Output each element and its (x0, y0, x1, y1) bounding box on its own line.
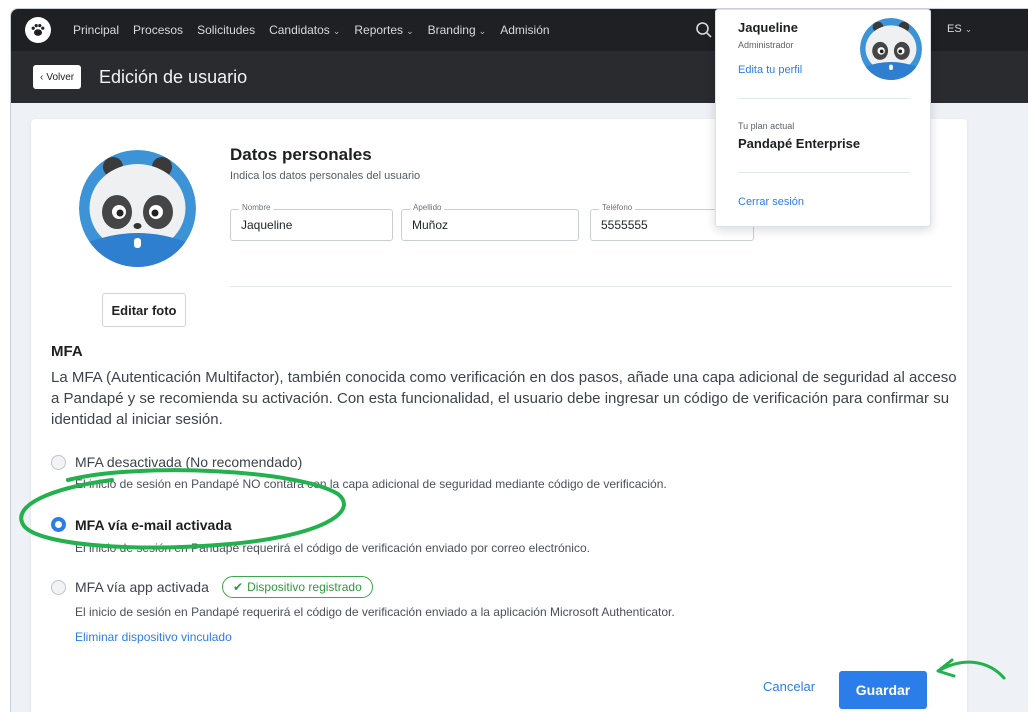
section-subtitle: Indica los datos personales del usuario (230, 170, 421, 182)
nav-item-label: Solicitudes (197, 23, 256, 37)
mfa-description: La MFA (Autenticación Multifactor), tamb… (51, 369, 957, 428)
nav-item-label: Admisión (500, 23, 550, 37)
first-name-field[interactable]: Nombre (230, 203, 393, 241)
language-label: ES (947, 23, 962, 35)
chevron-down-icon: ⌄ (478, 26, 487, 36)
nav-item-label: Principal (73, 23, 120, 37)
nav-item-procesos[interactable]: Procesos (133, 23, 183, 37)
mfa-disabled-description: El inicio de sesión en Pandapé NO contar… (75, 477, 667, 491)
mfa-email-description: El inicio de sesión en Pandapé requerirá… (75, 541, 590, 555)
cancel-button[interactable]: Cancelar (763, 679, 815, 694)
edit-profile-link[interactable]: Edita tu perfil (738, 64, 802, 76)
plan-label: Tu plan actual (738, 121, 795, 131)
mfa-disabled-label[interactable]: MFA desactivada (No recomendado) (75, 454, 302, 470)
chevron-down-icon: ⌄ (332, 26, 341, 36)
nav-item-label: Reportes (354, 23, 404, 37)
nav-item-label: Candidatos (269, 23, 330, 37)
check-icon: ✔ (233, 580, 244, 594)
edit-photo-button[interactable]: Editar foto (102, 293, 186, 327)
field-label: Nombre (239, 203, 274, 212)
logout-link[interactable]: Cerrar sesión (738, 196, 804, 208)
divider (230, 286, 952, 287)
divider (738, 98, 910, 99)
app-window: Principal Procesos Solicitudes Candidato… (10, 8, 1028, 712)
nav-item-label: Procesos (133, 23, 184, 37)
profile-name: Jaqueline (738, 20, 798, 35)
status-badge-label: Dispositivo registrado (247, 580, 362, 594)
section-title: Datos personales (230, 145, 372, 164)
nav-item-admision[interactable]: Admisión (500, 23, 549, 37)
field-label: Apellido (410, 203, 445, 212)
nav-item-label: Branding (427, 23, 476, 37)
save-button[interactable]: Guardar (839, 671, 927, 709)
mfa-app-description: El inicio de sesión en Pandapé requerirá… (75, 605, 675, 619)
mfa-app-radio[interactable] (51, 580, 66, 595)
back-chevron-icon: ‹ (40, 71, 44, 83)
field-label: Teléfono (599, 203, 636, 212)
nav-item-solicitudes[interactable]: Solicitudes (197, 23, 255, 37)
divider (738, 172, 910, 173)
first-name-input[interactable] (241, 218, 381, 232)
back-button[interactable]: ‹ Volver (33, 65, 82, 89)
status-badge: ✔ Dispositivo registrado (222, 576, 373, 598)
search-icon[interactable] (694, 20, 714, 40)
mfa-email-label[interactable]: MFA vía e-mail activada (75, 517, 232, 533)
chevron-down-icon: ⌄ (964, 24, 973, 34)
profile-dropdown: Jaqueline Administrador Edita tu perfil (715, 9, 931, 227)
mfa-app-label[interactable]: MFA vía app activada (75, 579, 209, 595)
nav-item-candidatos[interactable]: Candidatos ⌄ (269, 23, 340, 37)
mfa-email-radio[interactable] (51, 517, 66, 532)
last-name-input[interactable] (412, 218, 552, 232)
panda-avatar-icon (79, 150, 196, 267)
remove-device-link[interactable]: Eliminar dispositivo vinculado (75, 630, 232, 644)
avatar[interactable] (860, 18, 922, 80)
nav-item-principal[interactable]: Principal (73, 23, 119, 37)
plan-name: Pandapé Enterprise (738, 136, 861, 151)
page-title: Edición de usuario (99, 67, 248, 87)
last-name-field[interactable]: Apellido (401, 203, 579, 241)
nav-menu: Principal Procesos Solicitudes Candidato… (73, 9, 550, 51)
chevron-down-icon: ⌄ (406, 26, 414, 36)
mfa-disabled-radio[interactable] (51, 455, 66, 470)
nav-item-branding[interactable]: Branding ⌄ (428, 23, 487, 37)
mfa-title: MFA (51, 343, 83, 360)
profile-role: Administrador (738, 40, 794, 50)
back-button-label: Volver (46, 71, 75, 83)
language-selector[interactable]: ES ⌄ (947, 23, 972, 35)
nav-item-reportes[interactable]: Reportes ⌄ (354, 23, 413, 37)
paw-icon[interactable] (25, 17, 51, 43)
